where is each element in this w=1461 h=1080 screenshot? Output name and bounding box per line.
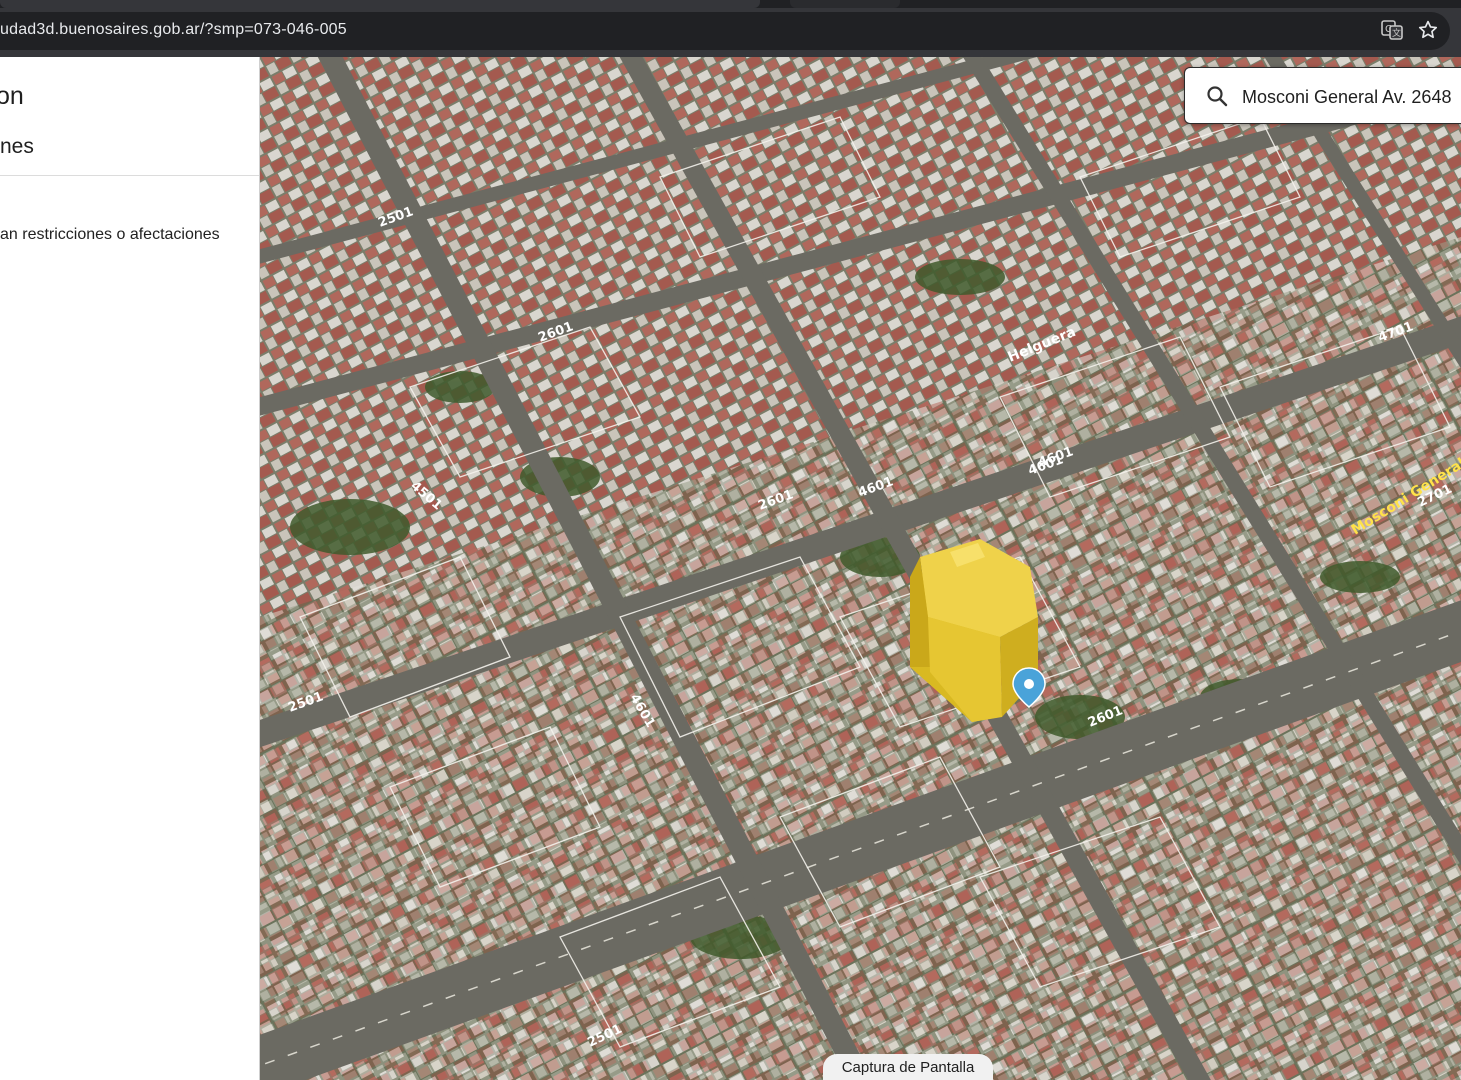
satellite-imagery[interactable]: 2601 4601 2501 4501 4601 2501 2601 4601 … — [260, 57, 1461, 1080]
active-tab[interactable] — [0, 0, 760, 8]
search-icon[interactable] — [1205, 84, 1229, 108]
panel-title: on — [0, 82, 24, 110]
panel-divider — [0, 175, 259, 176]
map-3d-view[interactable]: 2601 4601 2501 4501 4601 2501 2601 4601 … — [260, 57, 1461, 1080]
tab[interactable] — [790, 0, 900, 8]
star-icon[interactable] — [1417, 19, 1439, 41]
info-panel: on nes an restricciones o afectaciones — [0, 57, 260, 1080]
screenshot-capture-button[interactable]: Captura de Pantalla — [823, 1054, 993, 1080]
tab-afectaciones[interactable]: nes — [0, 135, 34, 159]
translate-icon[interactable]: G 文 — [1381, 20, 1403, 40]
address-url[interactable]: udad3d.buenosaires.gob.ar/?smp=073-046-0… — [0, 21, 347, 39]
svg-text:文: 文 — [1392, 27, 1401, 39]
address-search-box[interactable] — [1184, 67, 1461, 124]
browser-toolbar: udad3d.buenosaires.gob.ar/?smp=073-046-0… — [0, 0, 1461, 57]
panel-note: an restricciones o afectaciones — [0, 226, 220, 243]
search-input[interactable] — [1242, 85, 1461, 109]
tab-strip — [0, 0, 1461, 8]
